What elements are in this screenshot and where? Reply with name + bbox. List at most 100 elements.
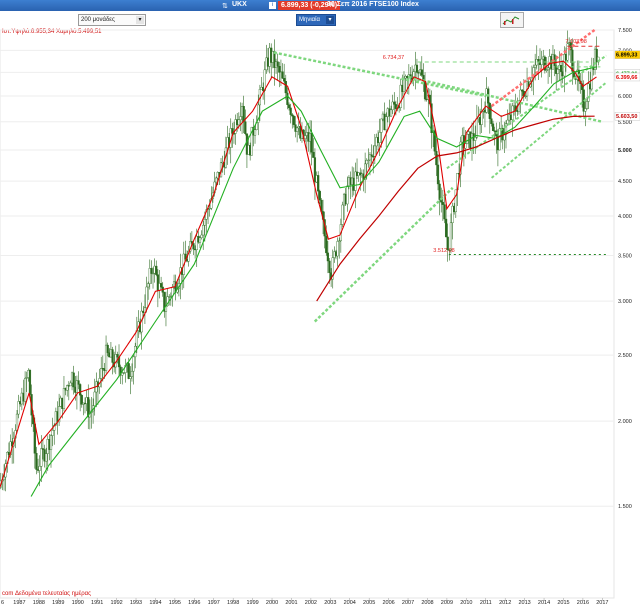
candle-body: [116, 354, 119, 358]
candle-body: [160, 283, 163, 288]
candle-body: [474, 137, 477, 141]
candle-body: [150, 268, 153, 274]
value-label: 6.399,66: [616, 75, 637, 81]
y-tick-label: 3.500: [618, 254, 632, 260]
candle-body: [40, 448, 43, 467]
x-tick-label: 1987: [13, 600, 25, 605]
x-tick-label: 1996: [188, 600, 200, 605]
y-tick-label: 6.000: [618, 94, 632, 100]
candle-body: [15, 413, 19, 431]
candle-body: [435, 151, 438, 166]
candle-body: [491, 123, 495, 131]
candle-body: [38, 466, 41, 471]
x-tick-label: 2004: [344, 600, 356, 605]
candle-body: [380, 118, 383, 133]
x-tick-label: 1990: [72, 600, 84, 605]
x-tick-label: 2010: [460, 600, 472, 605]
x-tick-label: 2001: [285, 600, 297, 605]
candle-body: [385, 116, 388, 131]
candle-body: [441, 201, 444, 205]
candle-body: [326, 252, 329, 262]
x-tick-label: 2003: [324, 600, 336, 605]
x-tick-label: 1989: [52, 600, 64, 605]
candle-body: [310, 132, 313, 153]
candle-body: [444, 218, 448, 238]
candle-body: [23, 377, 27, 402]
candle-body: [325, 235, 328, 254]
candle-body: [571, 49, 574, 72]
candle-body: [127, 363, 130, 379]
x-tick-label: 2014: [538, 600, 550, 605]
x-tick-label: 2009: [441, 600, 453, 605]
candle-body: [292, 115, 295, 125]
candle-body: [200, 234, 203, 238]
candle-body: [317, 175, 320, 192]
candle-body: [145, 286, 148, 308]
candle-body: [475, 118, 478, 138]
candle-body: [393, 101, 396, 105]
x-tick-label: 2012: [499, 600, 511, 605]
candle-body: [283, 78, 286, 82]
candle-body: [286, 92, 289, 105]
x-tick-label: 6: [1, 600, 4, 605]
candle-body: [215, 177, 218, 183]
y-tick-label: 2.500: [618, 353, 632, 359]
candle-body: [438, 183, 441, 200]
candle-body: [192, 243, 195, 250]
annotation-label: 3.512,08: [433, 248, 454, 254]
candle-body: [132, 356, 135, 372]
x-tick-label: 2017: [596, 600, 608, 605]
x-tick-label: 1997: [208, 600, 220, 605]
candle-body: [62, 388, 66, 409]
x-tick-label: 1991: [91, 600, 103, 605]
x-tick-label: 1992: [110, 600, 122, 605]
candle-body: [147, 283, 150, 288]
candle-body: [498, 128, 501, 151]
candle-body: [284, 81, 287, 94]
x-tick-label: 1988: [33, 600, 45, 605]
x-tick-label: 1995: [169, 600, 181, 605]
candle-body: [239, 116, 242, 121]
candle-body: [540, 58, 543, 66]
annotation-label: 7.103,98: [565, 39, 586, 45]
candle-body: [341, 204, 344, 225]
x-tick-label: 1994: [149, 600, 161, 605]
candle-body: [130, 370, 134, 377]
candle-body: [436, 164, 440, 185]
candle-body: [93, 391, 96, 406]
x-tick-label: 2013: [518, 600, 530, 605]
candle-body: [466, 134, 469, 144]
candle-body: [155, 265, 158, 275]
candle-body: [291, 114, 294, 117]
candle-body: [389, 109, 393, 117]
x-tick-label: 2006: [382, 600, 394, 605]
x-tick-label: 2005: [363, 600, 375, 605]
candle-body: [506, 119, 509, 124]
candle-body: [328, 260, 331, 273]
candle-body: [129, 376, 132, 379]
candle-body: [420, 69, 423, 76]
candle-body: [304, 135, 307, 139]
candle-body: [72, 372, 75, 388]
candle-body: [276, 61, 279, 67]
candle-body: [28, 370, 32, 395]
y-tick-label: 5.000: [618, 148, 632, 154]
candle-body: [281, 71, 284, 79]
candle-body: [237, 119, 240, 126]
candle-body: [242, 106, 245, 122]
candle-body: [253, 129, 257, 136]
candle-body: [203, 219, 206, 226]
value-label: 6.899,33: [616, 53, 637, 59]
candle-body: [106, 344, 109, 353]
candle-body: [346, 185, 349, 205]
y-tick-label: 2.000: [618, 419, 632, 425]
candle-body: [336, 241, 339, 257]
candle-body: [100, 368, 103, 379]
x-tick-label: 2016: [577, 600, 589, 605]
candle-body: [198, 237, 202, 243]
price-chart: 7.5007.0006.5006.0005.5005.0004.5004.000…: [0, 28, 640, 605]
candle-body: [585, 101, 589, 109]
candle-body: [296, 127, 299, 132]
candle-body: [584, 108, 587, 112]
value-label: 5.603,50: [616, 114, 637, 120]
